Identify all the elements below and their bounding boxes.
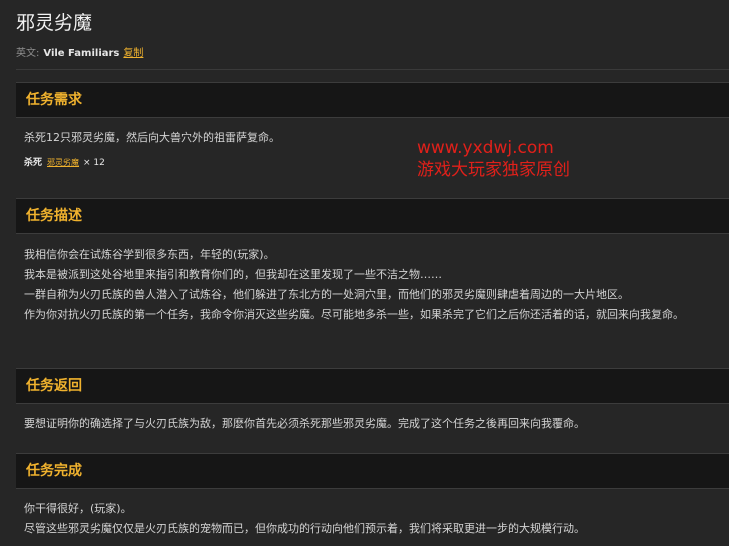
description-line: 我相信你会在试炼谷学到很多东西，年轻的(玩家)。 <box>24 248 275 261</box>
english-label: 英文: <box>16 48 40 59</box>
header-divider <box>16 69 729 70</box>
page-title: 邪灵劣魔 <box>16 12 93 34</box>
complete-line: 你干得很好，(玩家)。 <box>24 502 132 515</box>
kill-label: 杀死 <box>24 158 43 168</box>
requirements-text: 杀死12只邪灵劣魔，然后向大兽穴外的祖雷萨复命。 <box>24 131 280 144</box>
section-title-requirements: 任务需求 <box>26 92 82 108</box>
watermark-text: 游戏大玩家独家原创 <box>417 160 570 180</box>
section-header-requirements: 任务需求 <box>16 82 729 118</box>
kill-count: × 12 <box>83 158 105 168</box>
watermark: www.yxdwj.com 游戏大玩家独家原创 <box>417 137 570 181</box>
description-line: 我本是被派到这处谷地里来指引和教育你们的，但我却在这里发现了一些不洁之物…… <box>24 268 442 281</box>
description-line: 一群自称为火刃氏族的兽人潜入了试炼谷，他们躲进了东北方的一处洞穴里，而他们的邪灵… <box>24 288 629 301</box>
section-header-description: 任务描述 <box>16 198 729 234</box>
english-name: Vile Familiars <box>43 48 120 59</box>
complete-text: 你干得很好，(玩家)。 尽管这些邪灵劣魔仅仅是火刃氏族的宠物而已，但你成功的行动… <box>24 499 724 539</box>
description-text: 我相信你会在试炼谷学到很多东西，年轻的(玩家)。 我本是被派到这处谷地里来指引和… <box>24 245 724 325</box>
section-title-complete: 任务完成 <box>26 463 82 479</box>
kill-target-link[interactable]: 邪灵劣魔 <box>47 158 79 167</box>
section-header-complete: 任务完成 <box>16 453 729 489</box>
description-line: 作为你对抗火刃氏族的第一个任务，我命令你消灭这些劣魔。尽可能地多杀一些，如果杀完… <box>24 308 684 321</box>
section-header-return: 任务返回 <box>16 368 729 404</box>
kill-objective: 杀死 邪灵劣魔 × 12 <box>24 156 105 170</box>
section-title-return: 任务返回 <box>26 378 82 394</box>
watermark-url: www.yxdwj.com <box>417 138 554 158</box>
complete-line: 尽管这些邪灵劣魔仅仅是火刃氏族的宠物而已，但你成功的行动向他们预示着，我们将采取… <box>24 522 585 535</box>
return-text: 要想证明你的确选择了与火刃氏族为敌，那麽你首先必须杀死那些邪灵劣魔。完成了这个任… <box>24 417 585 430</box>
section-title-description: 任务描述 <box>26 208 82 224</box>
english-name-row: 英文: Vile Familiars 复制 <box>16 47 143 61</box>
copy-link[interactable]: 复制 <box>123 48 143 59</box>
